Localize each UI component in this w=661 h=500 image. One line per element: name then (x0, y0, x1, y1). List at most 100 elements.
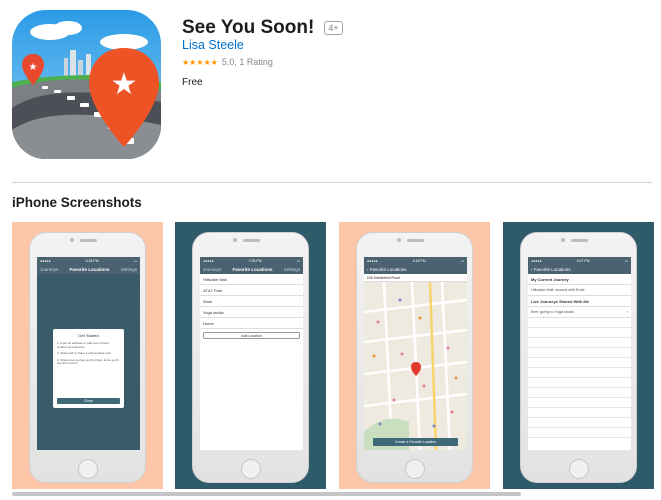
screenshot-gallery[interactable]: ●●●●● 4:18 PM ▭ Journeys Favorite Locati… (12, 222, 654, 489)
dimmed-overlay: Get Started 1. Input an address or add y… (37, 274, 140, 450)
status-time: 4:07 PM (576, 258, 590, 263)
map-view: Create a Favorite Location (364, 281, 467, 450)
list-item-label: AT&T Park (203, 287, 223, 293)
status-time: 7:36 PM (248, 258, 262, 263)
battery-icon: ▭ (460, 258, 464, 263)
list-item: Yoga studio › (200, 307, 303, 318)
dialog-step: 2. Swipe left to share it with another u… (57, 351, 112, 356)
list-item: Hillsdale Mall › (200, 274, 303, 285)
empty-row (528, 378, 631, 388)
status-bar: ●●●●● 4:07 PM ▭ (528, 257, 631, 264)
chevron-right-icon: › (626, 310, 628, 314)
empty-row (528, 318, 631, 328)
signal-icon: ●●●●● (40, 258, 51, 263)
journey-row: Hillsdale Mall: shared with Emie (528, 285, 631, 296)
status-bar: ●●●●● 4:18 PM ▭ (37, 257, 140, 264)
app-header: ★ ★ See You Soon! 4+ Lisa Steele ★★★★★ 5… (0, 0, 661, 175)
phone-frame: ●●●●● 7:36 PM ▭ Journeys Favorite Locati… (192, 232, 309, 483)
speaker-icon (243, 239, 260, 242)
create-favorite-location-button: Create a Favorite Location (373, 438, 458, 446)
phone-frame: ●●●●● 4:07 PM ▭ ‹ Favorite Locations My … (520, 232, 637, 483)
battery-icon: ▭ (296, 258, 300, 263)
list-item: Work › (200, 296, 303, 307)
screenshot-2[interactable]: ●●●●● 7:36 PM ▭ Journeys Favorite Locati… (175, 222, 326, 489)
nav-back-link: ‹ Favorite Locations (367, 267, 407, 272)
empty-row (528, 388, 631, 398)
journey-row-label: Hillsdale Mall: shared with Emie (531, 288, 585, 292)
empty-row (528, 428, 631, 438)
current-journey-heading: My Current Journey (528, 274, 631, 285)
tab-settings: Settings (120, 266, 137, 272)
tab-journeys: Journeys (40, 266, 59, 272)
speaker-icon (407, 239, 424, 242)
status-bar: ●●●●● 7:36 PM ▭ (200, 257, 303, 264)
phone-screen: ●●●●● 4:18 PM ▭ ‹ Favorite Locations 635… (364, 257, 467, 450)
status-time: 4:18 PM (85, 258, 99, 263)
home-button-icon (569, 459, 589, 479)
status-time: 4:18 PM (412, 258, 426, 263)
phone-screen: ●●●●● 4:07 PM ▭ ‹ Favorite Locations My … (528, 257, 631, 450)
dialog-step: 3. Share your journey and let them know … (57, 357, 119, 366)
shared-journeys-heading: Live Journeys Shared With Me (528, 296, 631, 307)
tab-favorite-locations: Favorite Locations (232, 266, 273, 272)
empty-row (528, 398, 631, 408)
speaker-icon (571, 239, 588, 242)
get-started-dialog: Get Started 1. Input an address or add y… (53, 329, 124, 408)
app-title-row: See You Soon! 4+ (182, 17, 343, 39)
price-label: Free (182, 77, 203, 88)
home-button-icon (78, 459, 98, 479)
camera-icon (233, 238, 237, 242)
tab-favorite-locations: Favorite Locations (69, 266, 110, 272)
phone-screen: ●●●●● 7:36 PM ▭ Journeys Favorite Locati… (200, 257, 303, 450)
address-bar: 635 Middlefield Road (364, 274, 467, 282)
battery-icon: ▭ (133, 258, 137, 263)
empty-row (528, 338, 631, 348)
phone-frame: ●●●●● 4:18 PM ▭ ‹ Favorite Locations 635… (356, 232, 473, 483)
dialog-close-button: Close (57, 398, 120, 404)
svg-text:★: ★ (111, 67, 138, 102)
dialog-step: 1. Input an address or add your current … (57, 341, 109, 349)
screenshot-1[interactable]: ●●●●● 4:18 PM ▭ Journeys Favorite Locati… (12, 222, 163, 489)
app-icon[interactable]: ★ ★ (12, 10, 161, 159)
rating-stars-icon: ★★★★★ (182, 57, 218, 67)
phone-screen: ●●●●● 4:18 PM ▭ Journeys Favorite Locati… (37, 257, 140, 450)
nav-bar: ‹ Favorite Locations (364, 264, 467, 274)
list-item-label: Work (203, 298, 213, 304)
camera-icon (561, 238, 565, 242)
nav-back-label: Favorite Locations (533, 266, 571, 272)
svg-text:★: ★ (29, 62, 38, 73)
tab-settings: Settings (283, 266, 300, 272)
nav-bar: ‹ Favorite Locations (528, 264, 631, 274)
empty-row (528, 358, 631, 368)
nav-back-link: ‹ Favorite Locations (531, 267, 571, 272)
signal-icon: ●●●●● (203, 258, 214, 263)
chevron-right-icon: › (298, 298, 300, 304)
signal-icon: ●●●●● (531, 258, 542, 263)
home-button-icon (241, 459, 261, 479)
list-item: AT&T Park › (200, 285, 303, 296)
empty-row (528, 348, 631, 358)
chevron-right-icon: › (298, 276, 300, 282)
screenshot-4[interactable]: ●●●●● 4:07 PM ▭ ‹ Favorite Locations My … (503, 222, 654, 489)
list-item-label: Home (203, 320, 214, 326)
rating-row: ★★★★★ 5.0, 1 Rating (182, 57, 273, 67)
empty-row (528, 328, 631, 338)
divider (12, 182, 652, 183)
list-item-label: Hillsdale Mall (203, 276, 227, 282)
phone-frame: ●●●●● 4:18 PM ▭ Journeys Favorite Locati… (29, 232, 146, 483)
empty-row (528, 418, 631, 428)
empty-row (528, 368, 631, 378)
list-item: Home › (200, 318, 303, 329)
nav-bar: Journeys Favorite Locations Settings (37, 264, 140, 274)
app-title: See You Soon! (182, 17, 315, 38)
chevron-right-icon: › (298, 320, 300, 326)
camera-icon (70, 238, 74, 242)
home-button-icon (405, 459, 425, 479)
empty-row (528, 408, 631, 418)
journey-row-label: Bert: going to Yoga studio (531, 310, 575, 314)
screenshot-3[interactable]: ●●●●● 4:18 PM ▭ ‹ Favorite Locations 635… (339, 222, 490, 489)
developer-link[interactable]: Lisa Steele (182, 38, 244, 52)
tab-journeys: Journeys (203, 266, 222, 272)
list-item-label: Yoga studio (203, 309, 224, 315)
horizontal-scrollbar[interactable] (12, 492, 521, 496)
